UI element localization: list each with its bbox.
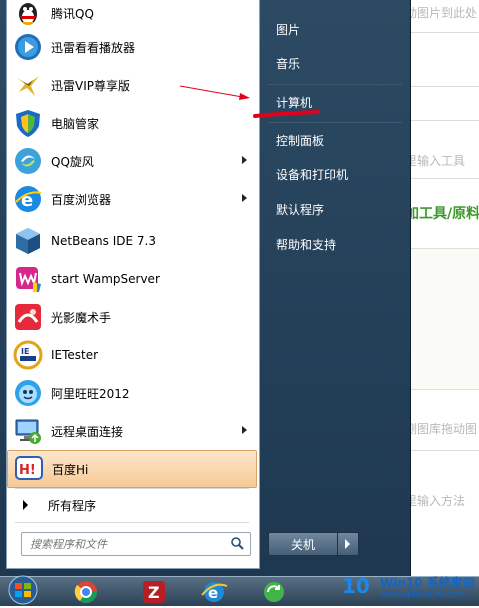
bg-content-box — [405, 248, 479, 390]
program-label: IETester — [51, 348, 99, 362]
ie-icon[interactable]: e — [200, 579, 228, 604]
svg-text:IE: IE — [21, 347, 29, 356]
photo-magic-icon — [13, 302, 43, 332]
right-item-label: 默认程序 — [276, 202, 325, 217]
bg-text-4: 侧图库拖动图 — [405, 422, 478, 436]
program-label: 阿里旺旺2012 — [51, 386, 130, 401]
program-xunlei-player[interactable]: 迅雷看看播放器 — [7, 28, 257, 66]
program-label: start WampServer — [51, 272, 160, 286]
program-label: 远程桌面连接 — [51, 424, 124, 439]
expand-arrow-icon — [23, 500, 28, 510]
all-programs-label: 所有程序 — [48, 498, 97, 513]
program-aliwangwang[interactable]: 阿里旺旺2012 — [7, 374, 257, 412]
bg-text-5: 里输入方法 — [405, 494, 466, 508]
annotation-underline — [253, 110, 320, 118]
menu-separator — [15, 522, 249, 523]
program-photo-magic[interactable]: 光影魔术手 — [7, 298, 257, 336]
bg-divider — [405, 450, 479, 451]
right-separator — [268, 84, 402, 85]
svg-text:Z: Z — [148, 583, 160, 602]
program-label: 光影魔术手 — [51, 310, 112, 325]
program-pc-manager[interactable]: 电脑管家 — [7, 104, 257, 142]
chrome-icon[interactable] — [72, 579, 100, 604]
program-label: 迅雷看看播放器 — [51, 40, 136, 55]
netbeans-cube-icon — [13, 226, 43, 256]
right-item-music[interactable]: 音乐 — [268, 48, 402, 78]
ietester-icon: IE — [13, 340, 43, 370]
search-icon[interactable] — [230, 536, 244, 550]
submenu-arrow-icon — [242, 156, 247, 164]
submenu-arrow-icon — [242, 426, 247, 434]
watermark-url: www.qdhuajin.com — [380, 590, 466, 600]
right-item-pictures[interactable]: 图片 — [268, 14, 402, 44]
program-ietester[interactable]: IE IETester — [7, 336, 257, 374]
program-label: 百度浏览器 — [51, 192, 112, 207]
program-label: 电脑管家 — [51, 116, 100, 131]
watermark-logo: 10 — [342, 574, 370, 598]
watermark: 10 Win10 系统家园 www.qdhuajin.com — [336, 570, 479, 605]
program-netbeans[interactable]: NetBeans IDE 7.3 — [7, 222, 257, 260]
right-item-control-panel[interactable]: 控制面板 — [268, 125, 402, 155]
right-item-devices-printers[interactable]: 设备和打印机 — [268, 159, 402, 189]
program-label: 腾讯QQ — [51, 6, 94, 21]
right-item-label: 音乐 — [276, 56, 301, 71]
bg-divider — [405, 178, 479, 179]
refresh-app-icon[interactable] — [260, 579, 288, 604]
search-box[interactable] — [21, 532, 251, 556]
shutdown-button[interactable]: 关机 — [268, 532, 338, 556]
bg-divider — [405, 86, 479, 87]
program-remote-desktop[interactable]: 远程桌面连接 — [7, 412, 257, 450]
baidu-browser-icon: e — [13, 184, 43, 214]
program-baidu-browser[interactable]: e 百度浏览器 — [7, 180, 257, 218]
bg-text-3: 加工具/原料 — [405, 206, 479, 222]
xunlei-bird-icon — [13, 70, 43, 100]
program-label: NetBeans IDE 7.3 — [51, 234, 156, 248]
right-item-default-programs[interactable]: 默认程序 — [268, 194, 402, 224]
right-item-label: 帮助和支持 — [276, 237, 337, 252]
wampserver-icon — [13, 264, 43, 294]
program-label: QQ旋风 — [51, 154, 94, 169]
aliwangwang-icon — [13, 378, 43, 408]
all-programs-button[interactable]: 所有程序 — [7, 490, 257, 520]
start-orb-icon[interactable] — [6, 575, 40, 605]
right-item-label: 控制面板 — [276, 133, 325, 148]
right-item-label: 设备和打印机 — [276, 167, 349, 182]
program-qq-whirlwind[interactable]: QQ旋风 — [7, 142, 257, 180]
remote-desktop-icon — [13, 416, 43, 446]
program-label: 迅雷VIP尊享版 — [51, 78, 130, 93]
watermark-title: Win10 系统家园 — [380, 576, 475, 590]
filezilla-icon[interactable]: Z — [140, 579, 168, 604]
bg-text-1: 动图片到此处 — [405, 6, 478, 20]
program-label: 百度Hi — [52, 462, 89, 477]
svg-text:H!: H! — [19, 463, 36, 478]
shutdown-label: 关机 — [290, 537, 315, 552]
program-baidu-hi[interactable]: H! 百度Hi — [7, 450, 257, 488]
bg-divider — [405, 120, 479, 121]
submenu-arrow-icon — [242, 194, 247, 202]
search-input[interactable] — [28, 535, 228, 553]
menu-separator — [15, 488, 249, 489]
xunlei-player-icon — [13, 32, 43, 62]
bg-text-2: 里输入工具 — [405, 154, 466, 168]
background-webpage: 动图片到此处 里输入工具 加工具/原料 侧图库拖动图 里输入方法 — [405, 0, 479, 580]
program-wampserver[interactable]: start WampServer — [7, 260, 257, 298]
right-item-help-support[interactable]: 帮助和支持 — [268, 229, 402, 259]
pc-manager-shield-icon — [13, 108, 43, 138]
qq-whirlwind-icon — [13, 146, 43, 176]
shutdown-options-button[interactable] — [337, 532, 359, 556]
right-item-label: 图片 — [276, 22, 301, 37]
bg-divider — [405, 32, 479, 33]
qq-penguin-icon — [13, 0, 43, 28]
right-separator — [268, 122, 402, 123]
baidu-hi-icon: H! — [14, 454, 44, 484]
annotation-arrow — [179, 85, 250, 100]
